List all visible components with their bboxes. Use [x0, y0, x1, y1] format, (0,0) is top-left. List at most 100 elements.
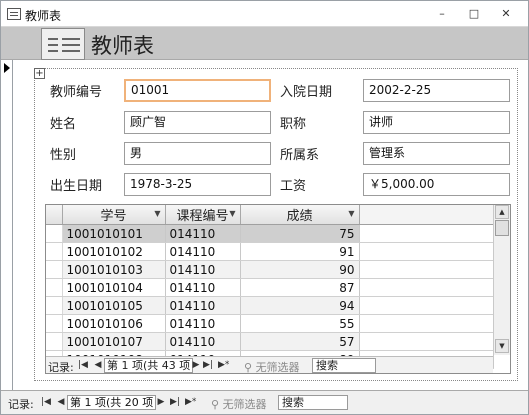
table-row[interactable]: 1001010104 014110 87: [46, 278, 494, 297]
gender-label: 性别: [50, 148, 77, 163]
record-label: 记录:: [48, 361, 74, 374]
column-header-label: 学号: [100, 209, 127, 224]
table-row[interactable]: 1001010103 014110 90: [46, 260, 494, 279]
birth-date-field[interactable]: 1978-3-25: [124, 173, 271, 196]
row-selector[interactable]: [46, 224, 63, 243]
row-selector[interactable]: [46, 242, 63, 261]
score-cell[interactable]: 90: [240, 260, 360, 279]
student-id-cell[interactable]: 1001010105: [62, 296, 166, 315]
course-id-cell[interactable]: 014110: [165, 224, 241, 243]
student-id-cell[interactable]: 1001010104: [62, 278, 166, 297]
search-input[interactable]: 搜索: [312, 358, 376, 373]
course-id-cell[interactable]: 014110: [165, 242, 241, 261]
previous-record-icon[interactable]: ◀: [93, 360, 103, 370]
hire-date-field[interactable]: 2002-2-25: [363, 79, 510, 102]
salary-label: 工资: [280, 179, 307, 194]
score-cell[interactable]: 57: [240, 332, 360, 351]
empty-cell: [359, 260, 494, 279]
dropdown-arrow-icon[interactable]: ▼: [154, 209, 160, 218]
scroll-down-icon[interactable]: ▼: [495, 339, 509, 353]
new-record-icon[interactable]: ▶*: [218, 360, 229, 370]
search-input[interactable]: 搜索: [278, 395, 348, 410]
empty-cell: [359, 314, 494, 333]
subform-vertical-scrollbar[interactable]: ▲ ▼: [493, 205, 510, 355]
scroll-up-icon[interactable]: ▲: [495, 205, 509, 219]
last-record-icon[interactable]: ▶|: [203, 360, 213, 370]
scores-datasheet: 学号 ▼ 课程编号 ▼ 成绩 ▼ 1001010101 014110 75 10010…: [46, 205, 494, 369]
table-row[interactable]: 1001010105 014110 94: [46, 296, 494, 315]
scroll-thumb[interactable]: [495, 220, 509, 236]
record-selector[interactable]: [1, 60, 13, 390]
select-all-cell[interactable]: [46, 205, 63, 225]
gender-field[interactable]: 男: [124, 142, 271, 165]
row-selector[interactable]: [46, 296, 63, 315]
no-filter-indicator[interactable]: ⚲ 无筛选器: [211, 396, 267, 412]
row-selector[interactable]: [46, 332, 63, 351]
table-row[interactable]: 1001010101 014110 75: [46, 224, 494, 243]
row-selector[interactable]: [46, 278, 63, 297]
table-row[interactable]: 1001010106 014110 55: [46, 314, 494, 333]
empty-cell: [359, 242, 494, 261]
course-id-cell[interactable]: 014110: [165, 278, 241, 297]
student-id-cell[interactable]: 1001010106: [62, 314, 166, 333]
form-title: 教师表: [91, 34, 154, 58]
layout-selector-icon[interactable]: +: [34, 68, 45, 79]
row-selector[interactable]: [46, 314, 63, 333]
name-field[interactable]: 顾广智: [124, 111, 271, 134]
column-header-score[interactable]: 成绩 ▼: [240, 205, 360, 225]
teacher-id-field[interactable]: 01001: [124, 79, 271, 102]
score-cell[interactable]: 94: [240, 296, 360, 315]
hire-date-label: 入院日期: [280, 85, 333, 100]
form-icon: [41, 28, 85, 60]
filter-icon: ⚲: [244, 361, 256, 374]
score-cell[interactable]: 75: [240, 224, 360, 243]
title-bar: 教师表 – □ ✕: [1, 1, 528, 27]
last-record-icon[interactable]: ▶|: [170, 397, 180, 407]
form-header: 教师表: [1, 27, 528, 60]
next-record-icon[interactable]: ▶: [191, 360, 201, 370]
empty-cell: [359, 278, 494, 297]
no-filter-label: 无筛选器: [255, 361, 300, 374]
course-id-cell[interactable]: 014110: [165, 296, 241, 315]
dropdown-arrow-icon[interactable]: ▼: [229, 209, 235, 218]
title-label: 职称: [280, 117, 307, 132]
course-id-cell[interactable]: 014110: [165, 314, 241, 333]
new-record-icon[interactable]: ▶*: [185, 397, 196, 407]
maximize-button[interactable]: □: [465, 6, 483, 22]
name-label: 姓名: [50, 117, 77, 132]
minimize-button[interactable]: –: [433, 6, 451, 22]
filter-icon: ⚲: [211, 398, 223, 411]
first-record-icon[interactable]: |◀: [78, 360, 88, 370]
previous-record-icon[interactable]: ◀: [56, 397, 66, 407]
student-id-cell[interactable]: 1001010102: [62, 242, 166, 261]
table-row[interactable]: 1001010107 014110 57: [46, 332, 494, 351]
student-id-cell[interactable]: 1001010101: [62, 224, 166, 243]
column-header-label: 课程编号: [176, 209, 229, 224]
table-row[interactable]: 1001010102 014110 91: [46, 242, 494, 261]
department-field[interactable]: 管理系: [363, 142, 510, 165]
course-id-cell[interactable]: 014110: [165, 332, 241, 351]
course-id-cell[interactable]: 014110: [165, 260, 241, 279]
salary-field[interactable]: ￥5,000.00: [363, 173, 510, 196]
record-position-field[interactable]: 第 1 项(共 20 项: [67, 395, 157, 410]
column-header-student-id[interactable]: 学号 ▼: [62, 205, 166, 225]
title-field[interactable]: 讲师: [363, 111, 510, 134]
subform-record-navigator: 记录: |◀ ◀ 第 1 项(共 43 项 ▶ ▶| ▶* ⚲ 无筛选器 搜索: [46, 356, 493, 375]
student-id-cell[interactable]: 1001010103: [62, 260, 166, 279]
column-header-course-id[interactable]: 课程编号 ▼: [165, 205, 241, 225]
dropdown-arrow-icon[interactable]: ▼: [348, 209, 354, 218]
score-cell[interactable]: 91: [240, 242, 360, 261]
row-selector[interactable]: [46, 260, 63, 279]
score-cell[interactable]: 55: [240, 314, 360, 333]
no-filter-label: 无筛选器: [222, 398, 267, 411]
close-button[interactable]: ✕: [497, 6, 515, 22]
first-record-icon[interactable]: |◀: [41, 397, 51, 407]
student-id-cell[interactable]: 1001010107: [62, 332, 166, 351]
column-header-label: 成绩: [286, 209, 313, 224]
record-position-field[interactable]: 第 1 项(共 43 项: [104, 358, 194, 373]
empty-cell: [359, 332, 494, 351]
next-record-icon[interactable]: ▶: [156, 397, 166, 407]
no-filter-indicator[interactable]: ⚲ 无筛选器: [244, 359, 300, 375]
department-label: 所属系: [280, 148, 320, 163]
score-cell[interactable]: 87: [240, 278, 360, 297]
